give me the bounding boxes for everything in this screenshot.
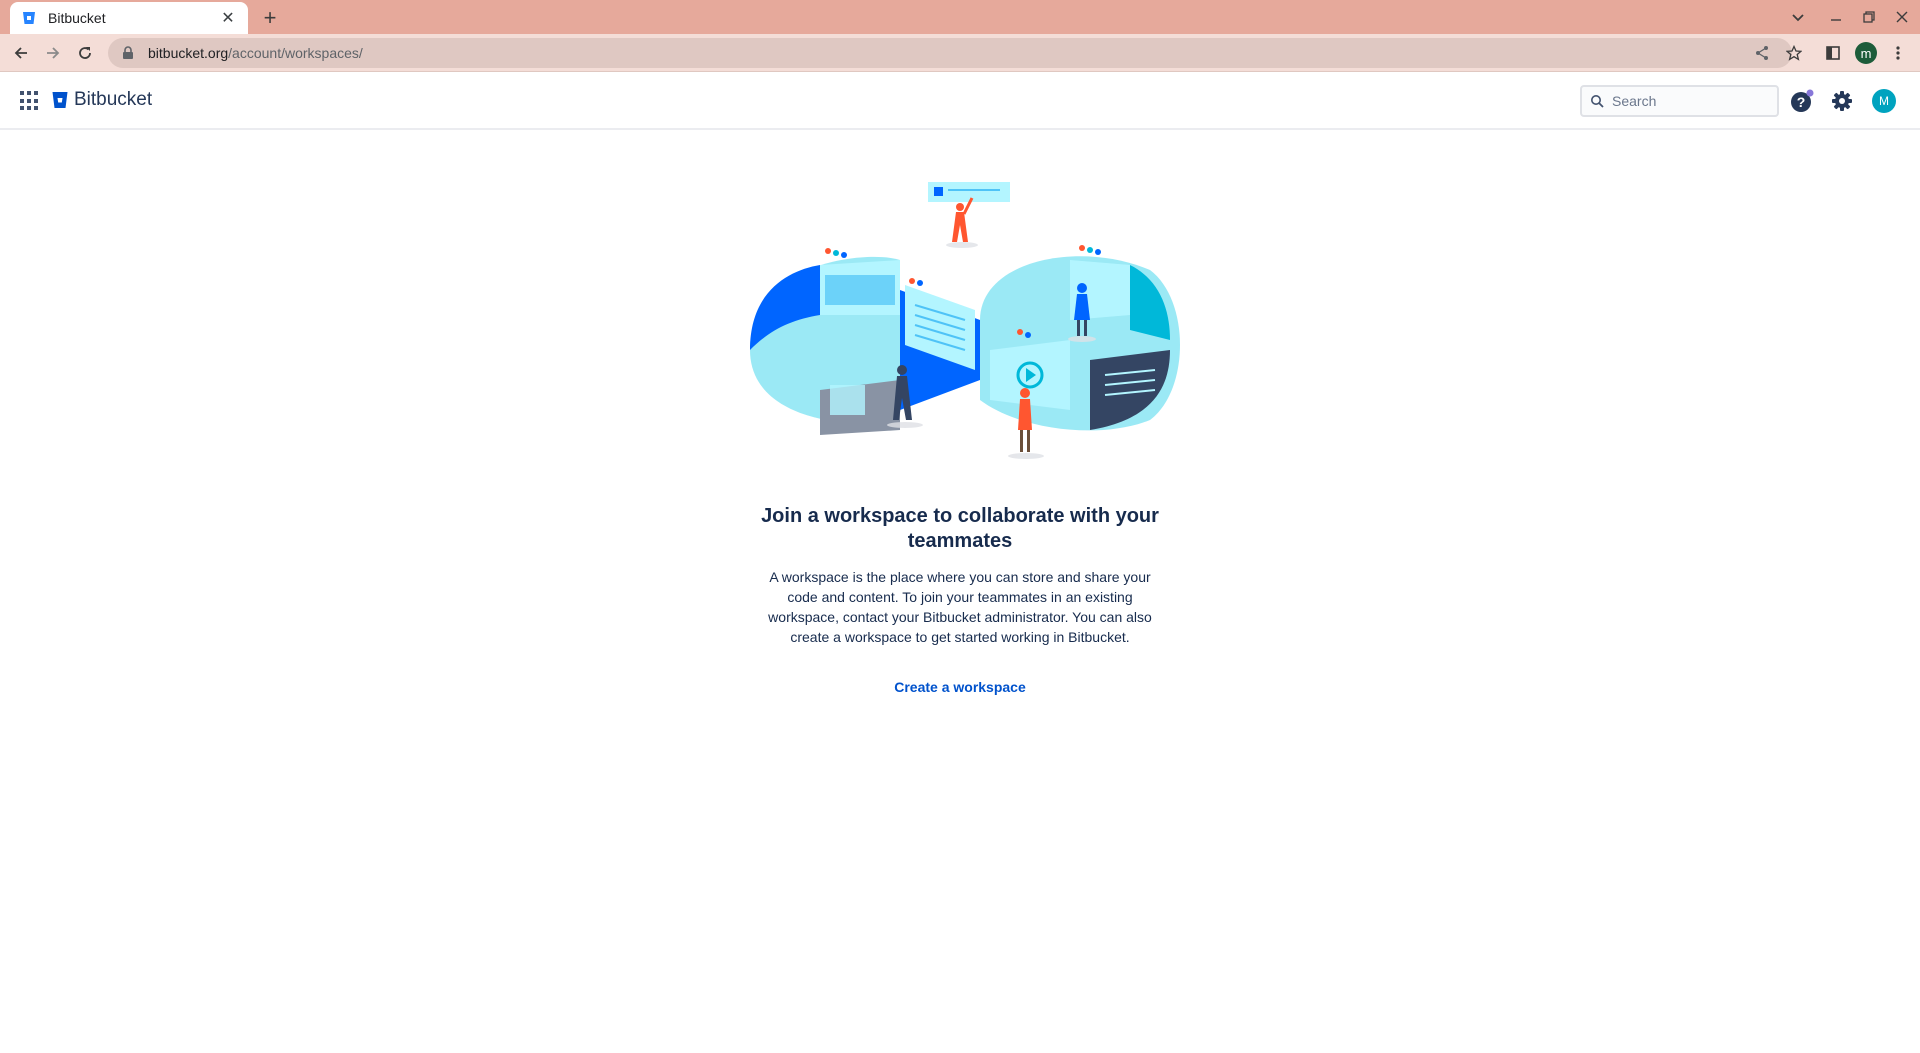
svg-text:?: ? xyxy=(1797,94,1806,110)
side-panel-icon[interactable] xyxy=(1823,43,1843,63)
create-workspace-link[interactable]: Create a workspace xyxy=(860,679,1060,695)
minimize-icon[interactable] xyxy=(1824,6,1848,28)
search-box[interactable] xyxy=(1580,85,1779,117)
browser-toolbar: bitbucket.org/account/workspaces/ m xyxy=(0,34,1920,72)
share-icon[interactable] xyxy=(1752,43,1772,63)
app-header: Bitbucket ? M xyxy=(0,72,1920,130)
user-avatar[interactable]: M xyxy=(1872,89,1896,113)
browser-tab-bar: Bitbucket ✕ + xyxy=(0,0,1920,34)
star-icon[interactable] xyxy=(1784,43,1804,63)
search-input[interactable] xyxy=(1612,93,1772,109)
app-switcher-dot xyxy=(34,98,38,103)
app-switcher-dot xyxy=(34,106,38,111)
tab-title: Bitbucket xyxy=(48,10,106,26)
url-host: bitbucket.org xyxy=(148,45,229,61)
chevron-down-icon[interactable] xyxy=(1786,6,1810,28)
kebab-menu-icon[interactable] xyxy=(1888,43,1908,63)
url-text: bitbucket.org/account/workspaces/ xyxy=(148,45,363,61)
app-switcher-dot xyxy=(27,91,31,95)
app-switcher-icon[interactable] xyxy=(20,91,40,111)
empty-state-headline: Join a workspace to collaborate with you… xyxy=(761,505,1159,552)
lock-icon xyxy=(122,46,134,60)
browser-tab[interactable]: Bitbucket ✕ xyxy=(10,2,248,34)
back-arrow-icon[interactable] xyxy=(9,41,33,65)
app-switcher-dot xyxy=(34,91,38,95)
workspace-illustration xyxy=(730,180,1190,480)
product-name: Bitbucket xyxy=(74,89,153,110)
address-bar[interactable]: bitbucket.org/account/workspaces/ xyxy=(108,38,1792,68)
plus-icon[interactable]: + xyxy=(258,5,282,30)
bitbucket-home-link[interactable]: Bitbucket xyxy=(52,89,152,111)
close-icon[interactable]: ✕ xyxy=(218,8,238,28)
reload-icon[interactable] xyxy=(73,41,97,65)
bitbucket-favicon xyxy=(22,11,36,25)
bitbucket-logo xyxy=(52,91,68,109)
app-switcher-dot xyxy=(27,106,31,111)
app-switcher-dot xyxy=(27,98,31,103)
empty-state-description: A workspace is the place where you can s… xyxy=(768,569,1152,645)
app-switcher-dot xyxy=(20,91,24,95)
app-switcher-dot xyxy=(20,98,24,103)
app-switcher-dot xyxy=(20,106,24,111)
restore-icon[interactable] xyxy=(1857,6,1881,28)
help-icon[interactable]: ? xyxy=(1790,89,1814,113)
gear-icon[interactable] xyxy=(1830,89,1854,113)
search-icon xyxy=(1590,94,1604,108)
close-icon[interactable] xyxy=(1890,6,1914,28)
url-path: /account/workspaces/ xyxy=(228,45,363,61)
forward-arrow-icon[interactable] xyxy=(41,41,65,65)
browser-profile-avatar[interactable]: m xyxy=(1855,42,1877,64)
